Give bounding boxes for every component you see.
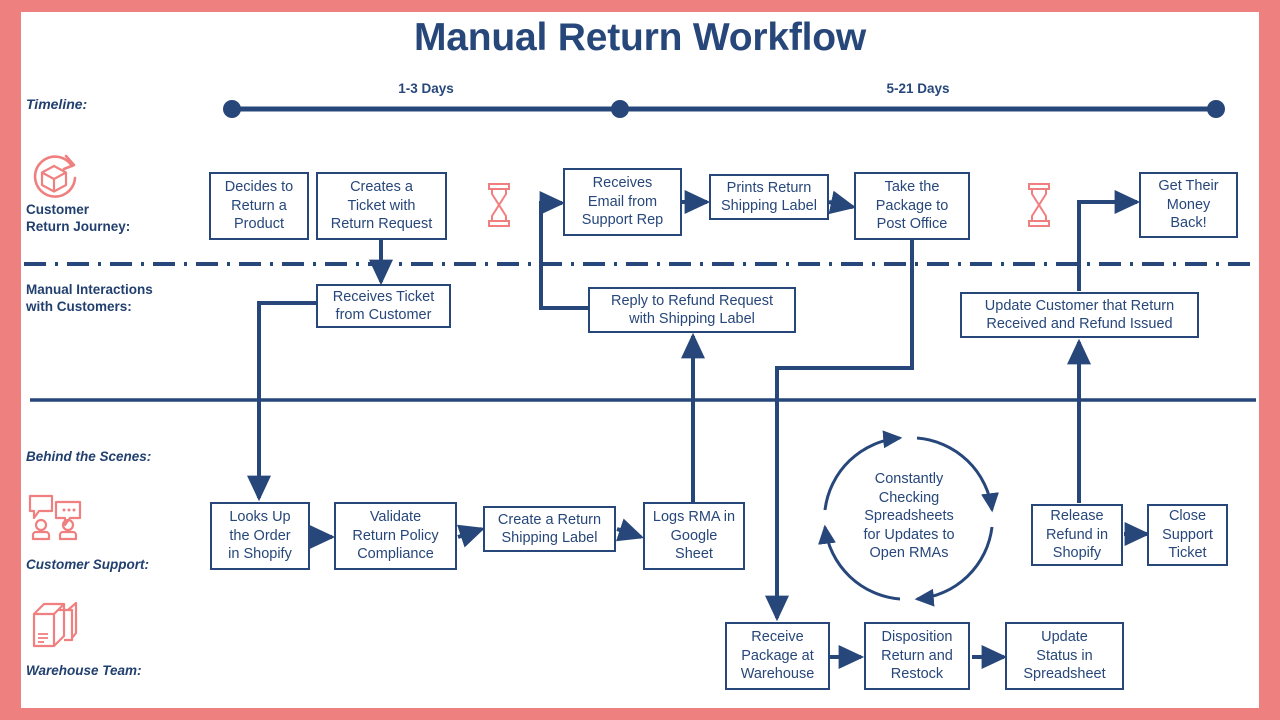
conn-validate-to-createlabel <box>456 524 486 548</box>
node-receives-email[interactable]: Receives Email from Support Rep <box>563 168 682 236</box>
conn-createlabel-to-logsrma <box>615 518 645 542</box>
node-close-ticket[interactable]: Close Support Ticket <box>1147 504 1228 566</box>
node-create-label[interactable]: Create a Return Shipping Label <box>483 506 616 552</box>
timeline-segment-label-1: 1-3 Days <box>398 81 454 96</box>
node-take-package[interactable]: Take the Package to Post Office <box>854 172 970 240</box>
boxes-icon <box>28 600 84 657</box>
timeline-dot-end <box>1207 100 1225 118</box>
timeline-segment-label-2: 5-21 Days <box>886 81 950 96</box>
node-creates-ticket[interactable]: Creates a Ticket with Return Request <box>316 172 447 240</box>
lane-label-line-2: with Customers: <box>26 299 132 314</box>
node-reply-refund[interactable]: Reply to Refund Request with Shipping Lab… <box>588 287 796 333</box>
timeline-dot-mid <box>611 100 629 118</box>
timeline-track <box>223 100 1225 118</box>
loop-label-constantly-checking: Constantly Checking Spreadsheets for Update… <box>863 471 955 561</box>
node-receives-ticket[interactable]: Receives Ticket from Customer <box>316 284 451 328</box>
lane-label-behind-the-scenes: Behind the Scenes: <box>26 449 152 464</box>
node-looks-up-order[interactable]: Looks Up the Order in Shopify <box>210 502 310 570</box>
diagram-stage: Manual Return Workflow Timeline: 1-3 Day… <box>0 0 1280 720</box>
node-receive-package[interactable]: Receive Package at Warehouse <box>725 622 830 690</box>
conn-updatecustomer-to-money <box>1077 190 1141 291</box>
timeline-label: Timeline: <box>26 96 88 112</box>
node-validate-policy[interactable]: Validate Return Policy Compliance <box>334 502 457 570</box>
conn-prints-to-takepackage <box>828 190 857 215</box>
chat-people-icon <box>26 492 84 547</box>
node-update-customer[interactable]: Update Customer that Return Received and … <box>960 292 1199 338</box>
lane-label-line-1: Manual Interactions <box>26 282 153 297</box>
page-title: Manual Return Workflow <box>413 16 867 59</box>
node-get-money-back[interactable]: Get Their Money Back! <box>1139 172 1238 238</box>
lane-label-manual-interactions: Manual Interactions with Customers: <box>26 281 153 315</box>
hourglass-icon <box>1026 182 1052 233</box>
node-prints-label[interactable]: Prints Return Shipping Label <box>709 174 829 220</box>
node-decides-to-return[interactable]: Decides to Return a Product <box>209 172 309 240</box>
node-update-status[interactable]: Update Status in Spreadsheet <box>1005 622 1124 690</box>
node-disposition-return[interactable]: Disposition Return and Restock <box>864 622 970 690</box>
timeline-dot-start <box>223 100 241 118</box>
lane-label-warehouse-team: Warehouse Team: <box>26 663 142 678</box>
connector-layer <box>24 100 1256 669</box>
lane-label-customer-support: Customer Support: <box>26 557 149 572</box>
hourglass-icon <box>486 182 512 233</box>
node-logs-rma[interactable]: Logs RMA in Google Sheet <box>643 502 745 570</box>
node-release-refund[interactable]: Release Refund in Shopify <box>1031 504 1123 566</box>
return-package-icon <box>28 152 84 207</box>
lane-label-line-2: Return Journey: <box>26 219 131 234</box>
